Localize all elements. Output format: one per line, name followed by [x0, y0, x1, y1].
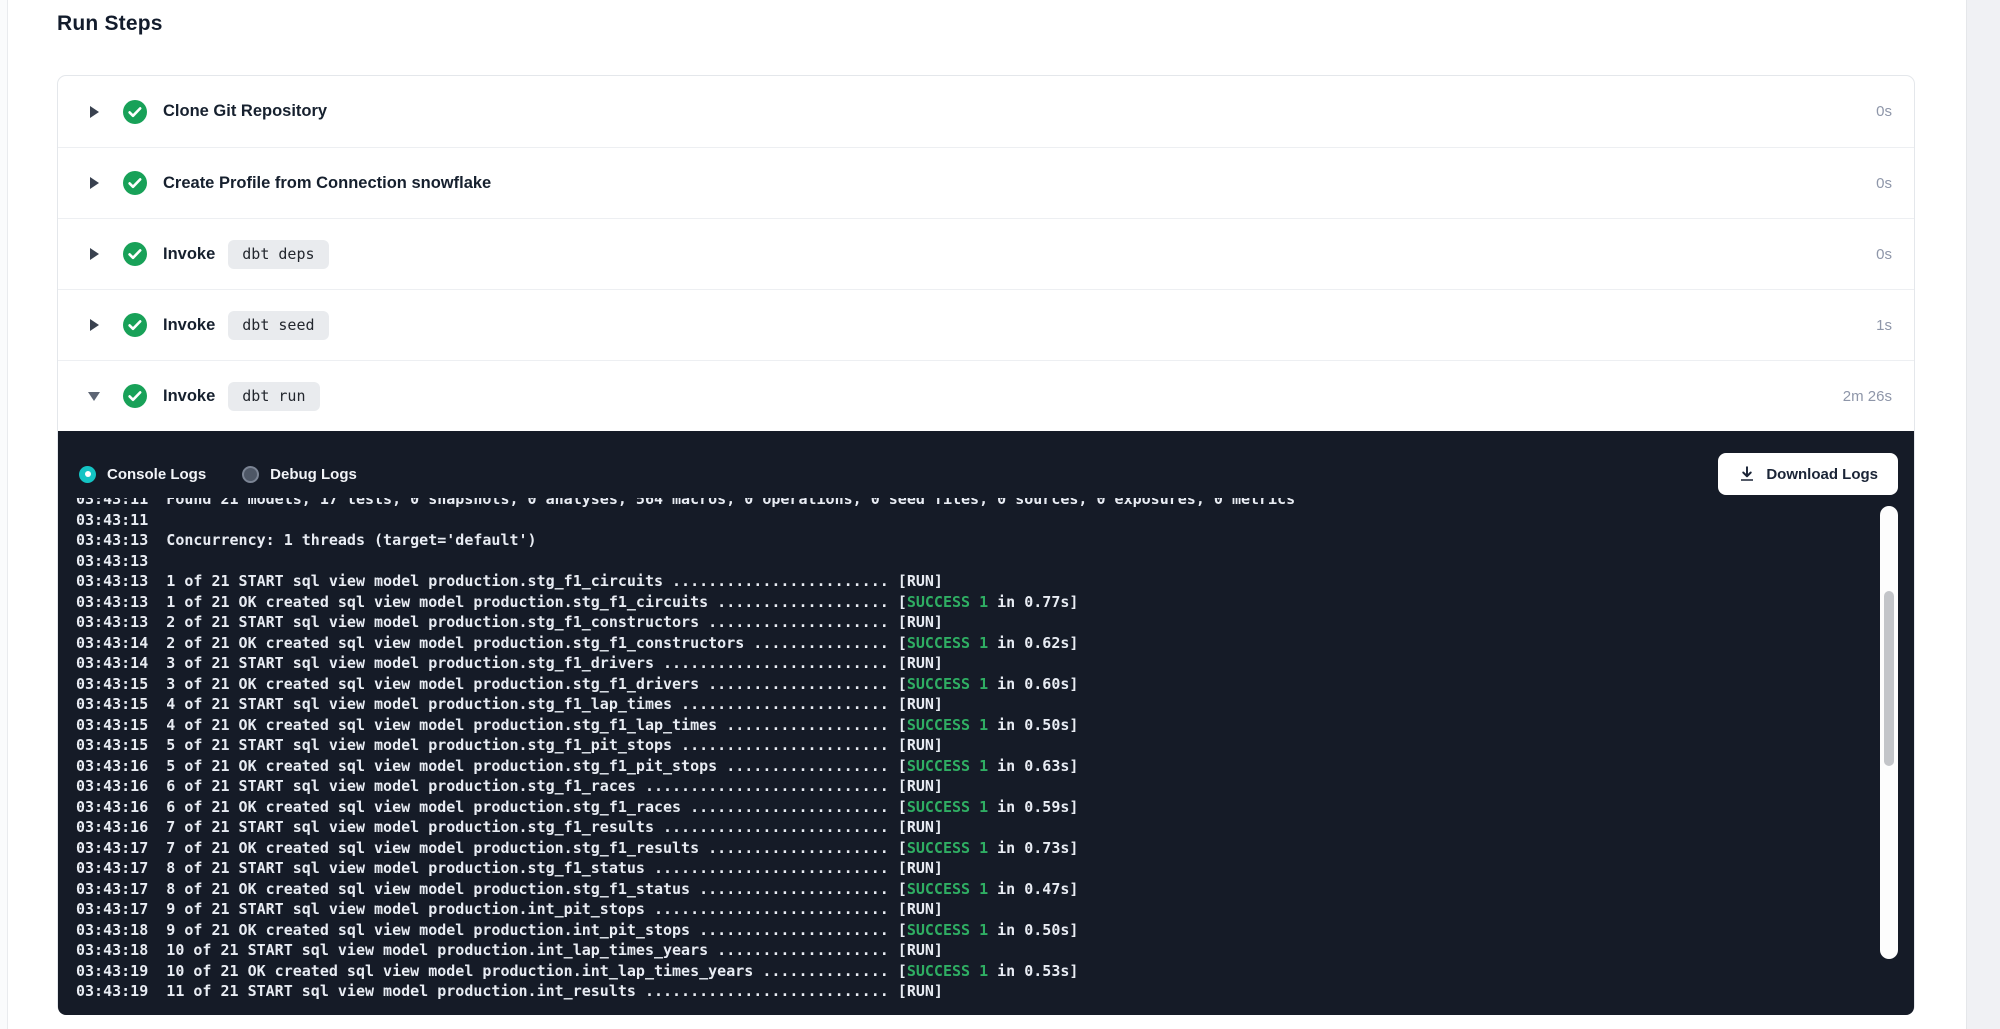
- step-duration: 1s: [1876, 317, 1892, 334]
- command-badge: dbt seed: [228, 311, 328, 340]
- log-scrollbar-track[interactable]: [1880, 506, 1898, 959]
- log-type-radio-group: Console Logs Debug Logs: [79, 466, 357, 483]
- chevron-right-icon[interactable]: [87, 106, 101, 118]
- step-duration: 0s: [1876, 103, 1892, 120]
- log-line: 03:43:13 1 of 21 START sql view model pr…: [76, 571, 1914, 592]
- step-label: Invoke: [163, 245, 215, 264]
- log-tab-debug-logs[interactable]: Debug Logs: [242, 466, 357, 483]
- run-step-row[interactable]: Invoke dbt deps 0s: [58, 218, 1914, 289]
- check-circle-icon: [123, 242, 163, 266]
- log-scrollbar-thumb[interactable]: [1884, 591, 1894, 766]
- chevron-right-icon[interactable]: [87, 177, 101, 189]
- log-tab-console-logs[interactable]: Console Logs: [79, 466, 206, 483]
- run-step-row[interactable]: Invoke dbt run 2m 26s: [58, 360, 1914, 431]
- log-line: 03:43:14 3 of 21 START sql view model pr…: [76, 653, 1914, 674]
- download-icon: [1738, 465, 1756, 483]
- log-panel: Console Logs Debug Logs Download Logs 03:…: [58, 431, 1914, 1015]
- command-badge: dbt deps: [228, 240, 328, 269]
- left-panel-edge: [0, 0, 8, 1029]
- download-logs-label: Download Logs: [1766, 466, 1878, 483]
- log-line: 03:43:11: [76, 510, 1914, 531]
- chevron-right-icon[interactable]: [87, 248, 101, 260]
- right-panel-gutter: [1966, 0, 2000, 1029]
- log-line: 03:43:15 3 of 21 OK created sql view mod…: [76, 674, 1914, 695]
- check-circle-icon: [123, 313, 163, 337]
- download-logs-button[interactable]: Download Logs: [1718, 453, 1898, 495]
- log-line: 03:43:16 7 of 21 START sql view model pr…: [76, 817, 1914, 838]
- log-line: 03:43:16 6 of 21 START sql view model pr…: [76, 776, 1914, 797]
- step-duration: 0s: [1876, 246, 1892, 263]
- run-step-row[interactable]: Create Profile from Connection snowflake…: [58, 147, 1914, 218]
- log-line: 03:43:13 Concurrency: 1 threads (target=…: [76, 530, 1914, 551]
- log-line: 03:43:16 6 of 21 OK created sql view mod…: [76, 797, 1914, 818]
- check-circle-icon: [123, 171, 163, 195]
- log-line: 03:43:14 2 of 21 OK created sql view mod…: [76, 633, 1914, 654]
- step-label: Clone Git Repository: [163, 102, 327, 121]
- radio-selected-icon[interactable]: [79, 466, 96, 483]
- log-line: 03:43:13: [76, 551, 1914, 572]
- chevron-down-icon[interactable]: [87, 392, 101, 401]
- log-lines: 03:43:11 Found 21 models, 17 tests, 0 sn…: [76, 498, 1914, 1002]
- log-line: 03:43:19 11 of 21 START sql view model p…: [76, 981, 1914, 1002]
- log-line: 03:43:15 4 of 21 START sql view model pr…: [76, 694, 1914, 715]
- log-line: 03:43:13 1 of 21 OK created sql view mod…: [76, 592, 1914, 613]
- log-line: 03:43:16 5 of 21 OK created sql view mod…: [76, 756, 1914, 777]
- log-line: 03:43:19 10 of 21 OK created sql view mo…: [76, 961, 1914, 982]
- step-label: Invoke: [163, 387, 215, 406]
- command-badge: dbt run: [228, 382, 319, 411]
- run-steps-list: Clone Git Repository0sCreate Profile fro…: [58, 76, 1914, 431]
- log-line: 03:43:18 10 of 21 START sql view model p…: [76, 940, 1914, 961]
- radio-unselected-icon[interactable]: [242, 466, 259, 483]
- log-panel-header: Console Logs Debug Logs Download Logs: [58, 431, 1914, 495]
- log-line: 03:43:11 Found 21 models, 17 tests, 0 sn…: [76, 498, 1914, 510]
- log-tab-label: Console Logs: [107, 466, 206, 483]
- log-tab-label: Debug Logs: [270, 466, 357, 483]
- log-line: 03:43:15 5 of 21 START sql view model pr…: [76, 735, 1914, 756]
- step-label: Invoke: [163, 316, 215, 335]
- step-duration: 0s: [1876, 175, 1892, 192]
- log-line: 03:43:17 9 of 21 START sql view model pr…: [76, 899, 1914, 920]
- log-line: 03:43:17 8 of 21 START sql view model pr…: [76, 858, 1914, 879]
- check-circle-icon: [123, 100, 163, 124]
- console-log-output: 03:43:11 Found 21 models, 17 tests, 0 sn…: [58, 498, 1914, 1015]
- log-line: 03:43:13 2 of 21 START sql view model pr…: [76, 612, 1914, 633]
- run-step-row[interactable]: Clone Git Repository 0s: [58, 76, 1914, 147]
- run-step-row[interactable]: Invoke dbt seed 1s: [58, 289, 1914, 360]
- page-title: Run Steps: [57, 12, 163, 36]
- log-line: 03:43:17 8 of 21 OK created sql view mod…: [76, 879, 1914, 900]
- check-circle-icon: [123, 384, 163, 408]
- step-duration: 2m 26s: [1843, 388, 1892, 405]
- log-line: 03:43:15 4 of 21 OK created sql view mod…: [76, 715, 1914, 736]
- chevron-right-icon[interactable]: [87, 319, 101, 331]
- log-line: 03:43:17 7 of 21 OK created sql view mod…: [76, 838, 1914, 859]
- step-label: Create Profile from Connection snowflake: [163, 174, 491, 193]
- run-steps-card: Clone Git Repository0sCreate Profile fro…: [57, 75, 1915, 1014]
- log-line: 03:43:18 9 of 21 OK created sql view mod…: [76, 920, 1914, 941]
